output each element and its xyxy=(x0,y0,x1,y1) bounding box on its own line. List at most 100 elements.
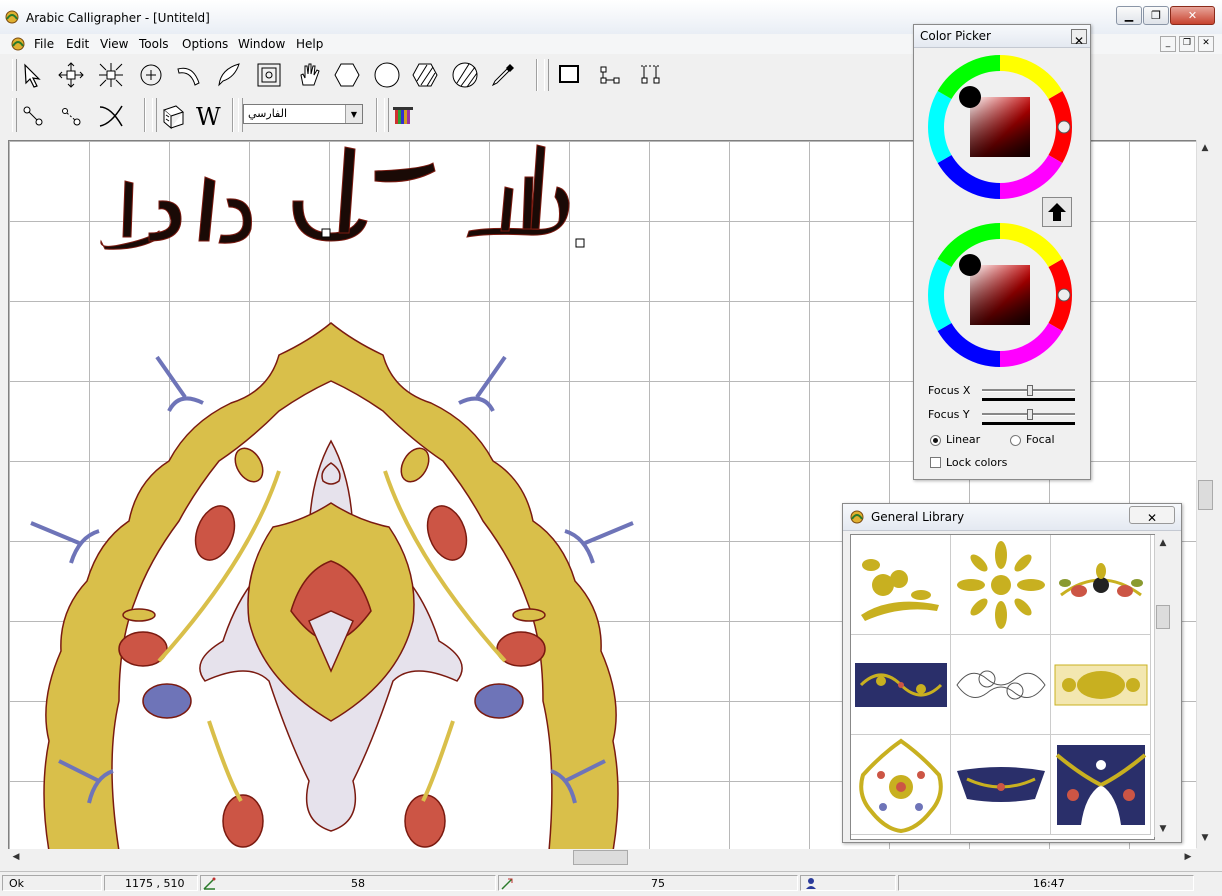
menu-tools[interactable]: Tools xyxy=(139,37,169,51)
lock-colors-checkbox[interactable] xyxy=(930,457,941,468)
scroll-down-button[interactable]: ▼ xyxy=(1197,830,1213,846)
scroll-up-button[interactable]: ▲ xyxy=(1197,140,1213,156)
hatch-tool[interactable] xyxy=(410,60,440,90)
mdi-close-button[interactable]: ✕ xyxy=(1198,36,1214,52)
menu-window[interactable]: Window xyxy=(238,37,285,51)
calligraphy-artwork[interactable] xyxy=(100,144,570,250)
ornament-artwork[interactable] xyxy=(43,322,619,849)
toolbar-grip[interactable] xyxy=(12,59,17,91)
mdi-restore-button[interactable]: ❐ xyxy=(1179,36,1195,52)
vertical-scroll-thumb[interactable] xyxy=(1198,480,1213,510)
angle-icon xyxy=(203,877,216,890)
toolbar-grip[interactable] xyxy=(544,59,549,91)
pointer-tool[interactable] xyxy=(18,60,48,90)
library-item[interactable] xyxy=(1051,535,1151,635)
linear-radio[interactable] xyxy=(930,435,941,446)
focal-radio[interactable] xyxy=(1010,435,1021,446)
word-icon: W xyxy=(196,103,221,130)
mdi-minimize-button[interactable]: _ xyxy=(1160,36,1176,52)
close-icon: ✕ xyxy=(1146,511,1158,525)
knife-tool[interactable] xyxy=(96,101,126,131)
color-picker-title-bar[interactable]: Color Picker ✕ xyxy=(914,25,1090,48)
library-scroll-down-button[interactable]: ▼ xyxy=(1155,821,1171,837)
freeform-tool[interactable] xyxy=(214,60,244,90)
word-tool[interactable]: W xyxy=(192,101,222,131)
align-bottom-tool[interactable] xyxy=(596,60,626,90)
color-wheel-primary[interactable] xyxy=(924,55,1084,205)
toolbar-separator xyxy=(536,59,538,91)
library-scroll-up-button[interactable]: ▲ xyxy=(1155,535,1171,551)
node-edit-tool[interactable] xyxy=(18,101,48,131)
menu-view[interactable]: View xyxy=(100,37,128,51)
gradient-tool[interactable] xyxy=(388,101,418,131)
hand-tool[interactable] xyxy=(294,60,324,90)
knife-icon xyxy=(99,105,123,127)
gradient-icon xyxy=(393,107,413,124)
focus-x-slider-thumb[interactable] xyxy=(1027,385,1033,396)
frame-icon xyxy=(257,63,281,87)
scale-icon xyxy=(99,63,123,87)
status-message-panel: Ok xyxy=(2,875,102,891)
app-logo-icon[interactable] xyxy=(4,9,20,25)
language-select-value: الفارسي xyxy=(248,107,288,120)
measure-value-a: 58 xyxy=(351,877,365,890)
scale-tool[interactable] xyxy=(96,60,126,90)
library-scrollbar[interactable]: ▲ ▼ xyxy=(1154,535,1171,837)
circle-tool[interactable] xyxy=(372,60,402,90)
scroll-left-button[interactable]: ◀ xyxy=(8,849,24,865)
frame-tool[interactable] xyxy=(254,60,284,90)
user-icon xyxy=(806,878,816,889)
toolbar-grip[interactable] xyxy=(152,98,157,132)
library-item[interactable] xyxy=(1051,635,1151,735)
maximize-button[interactable]: ❐ xyxy=(1143,6,1169,25)
close-button[interactable]: ✕ xyxy=(1170,6,1215,25)
eyedropper-tool[interactable] xyxy=(488,60,518,90)
library-close-button[interactable]: ✕ xyxy=(1129,506,1175,525)
library-title-bar[interactable]: General Library ✕ xyxy=(843,504,1181,531)
library-item[interactable] xyxy=(951,735,1051,835)
minimize-button[interactable]: ▁ xyxy=(1116,6,1142,25)
curve-tool[interactable] xyxy=(174,60,204,90)
library-scroll-thumb[interactable] xyxy=(1156,605,1170,629)
library-item[interactable] xyxy=(851,535,951,635)
window-title: Arabic Calligrapher - [Untiteld] xyxy=(26,11,210,25)
svg-text:W: W xyxy=(196,103,221,130)
toolbar-grip[interactable] xyxy=(12,98,17,132)
menu-file[interactable]: File xyxy=(34,37,54,51)
menu-options[interactable]: Options xyxy=(182,37,228,51)
language-select-dropdown[interactable]: ▼ xyxy=(345,105,362,123)
menu-edit[interactable]: Edit xyxy=(66,37,89,51)
scroll-right-button[interactable]: ▶ xyxy=(1180,849,1196,865)
toolbar-separator xyxy=(144,98,146,132)
selection-handle[interactable] xyxy=(575,238,585,248)
color-picker-close-button[interactable]: ✕ xyxy=(1071,29,1087,48)
general-library-panel: General Library ✕ ▲ ▼ xyxy=(842,503,1182,843)
cursor-coordinates: 1175 , 510 xyxy=(125,877,185,890)
toolbar-separator xyxy=(376,98,378,132)
document-icon[interactable] xyxy=(10,36,26,52)
length-icon xyxy=(501,878,513,890)
horizontal-scroll-thumb[interactable] xyxy=(573,850,628,865)
library-item[interactable] xyxy=(851,735,951,835)
library-tool[interactable] xyxy=(158,101,188,131)
distribute-tool[interactable] xyxy=(636,60,666,90)
vertical-scrollbar[interactable]: ▲ ▼ xyxy=(1196,140,1214,848)
rectangle-frame-tool[interactable] xyxy=(554,60,584,90)
move-tool[interactable] xyxy=(56,60,86,90)
selection-handle[interactable] xyxy=(321,228,331,238)
library-item[interactable] xyxy=(951,635,1051,735)
hexagon-tool[interactable] xyxy=(332,60,362,90)
menu-help[interactable]: Help xyxy=(296,37,323,51)
hatch-circle-tool[interactable] xyxy=(450,60,480,90)
library-item[interactable] xyxy=(951,535,1051,635)
language-select[interactable]: الفارسي ▼ xyxy=(243,104,363,124)
horizontal-scrollbar[interactable]: ◀ ▶ xyxy=(8,849,1196,866)
library-item[interactable] xyxy=(1051,735,1151,835)
color-wheel-secondary[interactable] xyxy=(924,223,1084,373)
focus-y-line xyxy=(982,422,1075,425)
library-item[interactable] xyxy=(851,635,951,735)
color-picker-panel: Color Picker ✕ Focus X Focus Y Linear Fo… xyxy=(913,24,1091,480)
focus-y-slider-thumb[interactable] xyxy=(1027,409,1033,420)
rotate-tool[interactable] xyxy=(136,60,166,90)
node-add-tool[interactable] xyxy=(56,101,86,131)
